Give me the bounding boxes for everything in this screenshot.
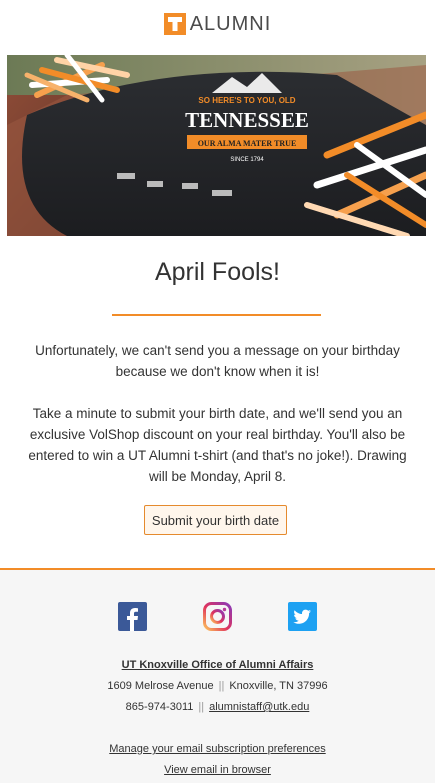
- logo-text: ALUMNI: [189, 12, 272, 35]
- street-address: 1609 Melrose Avenue: [107, 680, 214, 692]
- power-t-icon: [163, 13, 186, 35]
- manage-preferences-label: Manage your email subscription preferenc…: [109, 743, 326, 755]
- page-title: April Fools!: [154, 258, 281, 286]
- separator: ||: [218, 680, 225, 692]
- city-address: Knoxville, TN 37996: [229, 680, 328, 692]
- manage-preferences-link[interactable]: Manage your email subscription preferenc…: [0, 743, 435, 755]
- shirt-line3: OUR ALMA MATER TRUE: [198, 139, 297, 148]
- title-divider: [112, 314, 321, 316]
- twitter-icon[interactable]: [288, 602, 317, 631]
- view-in-browser-link[interactable]: View email in browser: [0, 764, 435, 776]
- shirt-line2: TENNESSEE: [185, 108, 309, 132]
- view-in-browser-label: View email in browser: [164, 764, 271, 776]
- hero-image[interactable]: SO HERE'S TO YOU, OLD TENNESSEE OUR ALMA…: [7, 55, 426, 236]
- ut-alumni-logo[interactable]: ALUMNI: [163, 12, 272, 36]
- shirt-line4: SINCE 1794: [230, 157, 264, 163]
- email-footer: UT Knoxville Office of Alumni Affairs 16…: [0, 568, 435, 783]
- facebook-icon[interactable]: [118, 602, 147, 631]
- social-links: [0, 602, 435, 632]
- contact-info: 865-974-3011 || alumnistaff@utk.edu: [0, 701, 435, 713]
- phone-number: 865-974-3011: [125, 701, 194, 713]
- intro-paragraph: Unfortunately, we can't send you a messa…: [35, 343, 400, 379]
- office-name[interactable]: UT Knoxville Office of Alumni Affairs: [0, 659, 435, 671]
- email-link[interactable]: alumnistaff@utk.edu: [209, 701, 309, 713]
- separator: ||: [198, 701, 205, 713]
- instagram-icon[interactable]: [203, 602, 232, 631]
- shirt-line1: SO HERE'S TO YOU, OLD: [198, 96, 295, 105]
- email-header: ALUMNI: [0, 0, 435, 48]
- email-page: ALUMNI SO HERE'S TO YOU, OLD TENNESSEE O…: [0, 0, 435, 783]
- details-paragraph: Take a minute to submit your birth date,…: [28, 406, 407, 484]
- submit-birth-date-button[interactable]: Submit your birth date: [144, 505, 287, 535]
- mailing-address: 1609 Melrose Avenue || Knoxville, TN 37996: [0, 680, 435, 692]
